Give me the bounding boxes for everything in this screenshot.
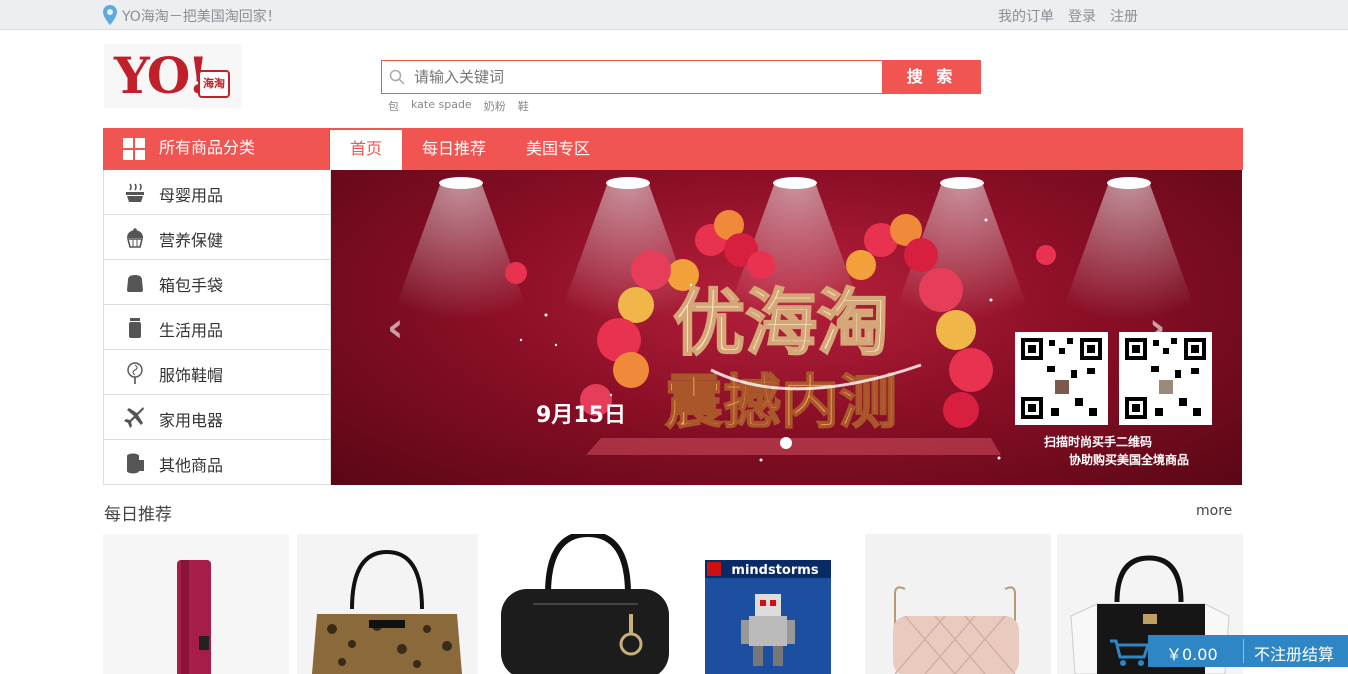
cupcake-icon xyxy=(126,228,144,248)
location-pin-icon xyxy=(103,5,117,25)
my-orders-link[interactable]: 我的订单 xyxy=(998,6,1054,26)
banner-date: 9月15日 xyxy=(536,403,626,428)
category-item-other[interactable]: 其他商品 xyxy=(104,440,330,485)
daily-title: 每日推荐 xyxy=(104,505,172,525)
tab-usa[interactable]: 美国专区 xyxy=(506,128,610,170)
nav-tabs: 首页 每日推荐 美国专区 xyxy=(330,128,610,170)
hot-keyword[interactable]: 包 xyxy=(388,98,399,114)
banner-headline: 优海淘 xyxy=(673,281,889,365)
login-link[interactable]: 登录 xyxy=(1068,6,1096,26)
top-bar: YO海淘－把美国淘回家！ 我的订单 登录 注册 xyxy=(0,0,1348,30)
category-item-baby[interactable]: 母婴用品 xyxy=(104,170,330,215)
product-card[interactable] xyxy=(103,534,289,674)
more-link[interactable]: more xyxy=(1196,503,1232,519)
hot-keyword[interactable]: 鞋 xyxy=(518,98,529,114)
category-label: 其他商品 xyxy=(159,456,224,475)
banner-prev-arrow[interactable]: ‹ xyxy=(387,308,411,348)
search-input[interactable] xyxy=(414,64,874,90)
category-item-apparel[interactable]: 服饰鞋帽 xyxy=(104,350,330,395)
search-button[interactable]: 搜 索 xyxy=(882,60,981,94)
cart-widget[interactable]: ￥0.00 不注册结算 xyxy=(1110,635,1348,667)
guest-checkout-button[interactable]: 不注册结算 xyxy=(1254,641,1334,665)
bag-icon xyxy=(127,275,143,292)
site-slogan: YO海淘－把美国淘回家！ xyxy=(122,9,281,25)
hot-keywords: 包 kate spade 奶粉 鞋 xyxy=(388,98,529,114)
category-label: 箱包手袋 xyxy=(159,276,224,295)
logo-badge: 海淘 xyxy=(198,70,230,98)
banner-next-arrow[interactable]: › xyxy=(1149,308,1173,348)
jar-icon xyxy=(129,318,141,338)
category-sidebar: 母婴用品 营养保健 箱包手袋 生活用品 服饰鞋帽 家用电器 其他商品 xyxy=(103,170,331,485)
category-label: 家用电器 xyxy=(159,411,224,430)
site-logo[interactable]: YO! 海淘 xyxy=(104,44,242,108)
hot-keyword[interactable]: 奶粉 xyxy=(484,98,506,114)
bowl-icon xyxy=(126,183,144,202)
category-label: 母婴用品 xyxy=(159,186,224,205)
qr-caption-2: 协助购买美国全境商品 xyxy=(1069,452,1189,467)
lego-box-title: mindstorms xyxy=(731,563,818,578)
product-card[interactable] xyxy=(297,534,478,674)
lollipop-icon xyxy=(127,362,143,384)
cart-divider xyxy=(1243,639,1244,663)
logo-text: YO! xyxy=(114,46,209,105)
register-link[interactable]: 注册 xyxy=(1110,6,1138,26)
tab-daily[interactable]: 每日推荐 xyxy=(402,128,506,170)
product-image-leopard-bag xyxy=(312,549,462,674)
all-categories-button[interactable]: 所有商品分类 xyxy=(103,128,330,170)
category-item-health[interactable]: 营养保健 xyxy=(104,215,330,260)
cart-amount: ￥0.00 xyxy=(1166,645,1218,664)
category-label: 营养保健 xyxy=(159,231,224,250)
slide-dot-active[interactable] xyxy=(780,437,792,449)
product-image-quilted-bag xyxy=(893,586,1019,674)
search-icon xyxy=(389,69,405,85)
top-links: 我的订单 登录 注册 xyxy=(998,6,1138,26)
qr-code-1 xyxy=(1015,332,1108,425)
tab-home[interactable]: 首页 xyxy=(330,130,403,170)
banner-artwork: 优海淘 震撼内测 9月15日 扫描时尚买手二维码 协助购买美国全境商品 xyxy=(391,177,1212,467)
product-card[interactable] xyxy=(493,534,679,674)
qr-caption-1: 扫描时尚买手二维码 xyxy=(1044,434,1152,449)
category-item-appliances[interactable]: 家用电器 xyxy=(104,395,330,440)
all-categories-label: 所有商品分类 xyxy=(159,138,256,157)
grid-icon xyxy=(123,138,145,160)
category-item-bags[interactable]: 箱包手袋 xyxy=(104,260,330,305)
tissue-roll-icon xyxy=(127,453,144,474)
category-item-living[interactable]: 生活用品 xyxy=(104,305,330,350)
category-label: 生活用品 xyxy=(159,321,224,340)
product-image-lego-box: mindstorms xyxy=(705,560,831,674)
promo-banner[interactable]: 优海淘 震撼内测 9月15日 扫描时尚买手二维码 协助购买美国全境商品 ‹ › xyxy=(331,170,1242,485)
product-image-black-bag xyxy=(501,534,669,674)
main-nav: 所有商品分类 首页 每日推荐 美国专区 xyxy=(103,128,1243,170)
category-label: 服饰鞋帽 xyxy=(159,366,224,385)
product-image-umbrella xyxy=(177,560,211,674)
airplane-icon xyxy=(124,407,144,428)
banner-subheadline: 震撼内测 xyxy=(665,368,897,436)
product-card[interactable] xyxy=(865,534,1051,674)
stage xyxy=(586,438,1001,455)
product-card[interactable]: mindstorms xyxy=(683,534,873,674)
shopping-cart-icon xyxy=(1110,639,1151,666)
product-strip: mindstorms xyxy=(103,530,1243,674)
search-box: 搜 索 xyxy=(381,60,981,94)
hot-keyword[interactable]: kate spade xyxy=(411,98,472,114)
